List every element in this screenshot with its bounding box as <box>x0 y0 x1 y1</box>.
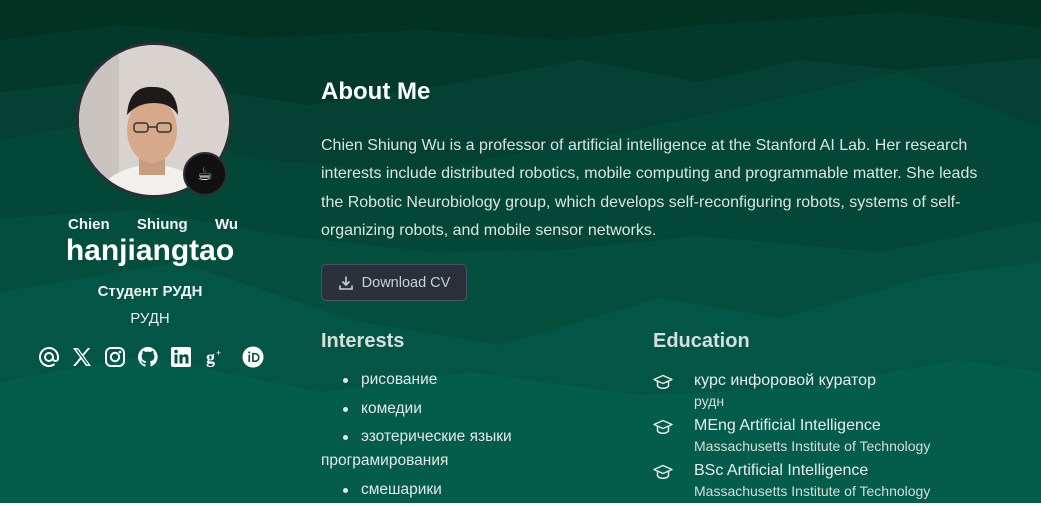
bullet <box>343 406 348 412</box>
education-heading: Education <box>653 330 750 352</box>
role-title: Студент РУДН <box>97 283 203 300</box>
bio-paragraph: Chien Shiung Wu is a professor of artifi… <box>321 137 978 240</box>
middle-name: Shiung <box>136 216 188 233</box>
github-icon[interactable] <box>137 346 159 368</box>
graduation-cap-icon <box>653 464 673 480</box>
bullet <box>343 487 348 493</box>
instagram-icon[interactable] <box>104 346 126 368</box>
graduation-cap-icon <box>653 419 673 435</box>
svg-text:g: g <box>206 347 215 367</box>
social-links: g + <box>38 346 264 368</box>
coffee-icon: ☕ <box>196 163 214 184</box>
bullet <box>343 378 348 383</box>
list-item: эзотерические языки програмирования <box>321 425 581 473</box>
list-item: рисование <box>321 368 581 392</box>
institution: Massachusetts Institute of Technology <box>694 483 931 499</box>
degree: BSc Artificial Intelligence <box>694 462 869 479</box>
list-item: комедии <box>321 397 581 421</box>
institution: Massachusetts Institute of Technology <box>694 438 931 454</box>
download-cv-button[interactable]: Download CV <box>321 264 467 301</box>
last-name: Wu <box>214 216 238 233</box>
organization: РУДН <box>130 310 170 327</box>
education-item: BSc Artificial Intelligence Massachusett… <box>653 459 1033 504</box>
orcid-icon[interactable] <box>242 346 264 368</box>
interest-label: смешарики <box>361 480 442 498</box>
interest-label: комедии <box>361 399 422 417</box>
interests-heading: Interests <box>321 330 405 352</box>
username: hanjiangtao <box>65 234 235 267</box>
full-name: Chien Shiung Wu <box>68 216 238 233</box>
interests-list: рисование комедии эзотерические языки пр… <box>321 368 581 506</box>
first-name: Chien <box>68 216 110 233</box>
graduation-cap-icon <box>653 374 673 390</box>
interest-label: рисование <box>361 371 438 388</box>
x-twitter-icon[interactable] <box>71 346 93 368</box>
about-me-heading: About Me <box>321 78 431 105</box>
download-icon <box>338 276 353 290</box>
interest-label: эзотерические языки програмирования <box>321 428 512 469</box>
education-item: MEng Artificial Intelligence Massachuset… <box>653 414 1033 459</box>
degree: курс инфоровой куратор <box>694 372 876 389</box>
download-cv-label: Download CV <box>361 274 451 291</box>
linkedin-icon[interactable] <box>170 346 192 368</box>
degree: MEng Artificial Intelligence <box>694 417 881 434</box>
bullet <box>343 435 348 440</box>
svg-text:+: + <box>216 348 221 358</box>
avatar-container: ☕ <box>76 42 232 198</box>
google-scholar-icon[interactable]: g + <box>203 346 225 368</box>
institution: рудн <box>694 393 725 409</box>
education-list: курс инфоровой куратор рудн MEng Artific… <box>653 369 1033 504</box>
list-item: смешарики <box>321 478 581 502</box>
status-emoji-badge: ☕ <box>183 152 227 196</box>
education-item: курс инфоровой куратор рудн <box>653 369 1033 414</box>
email-icon[interactable] <box>38 346 60 368</box>
